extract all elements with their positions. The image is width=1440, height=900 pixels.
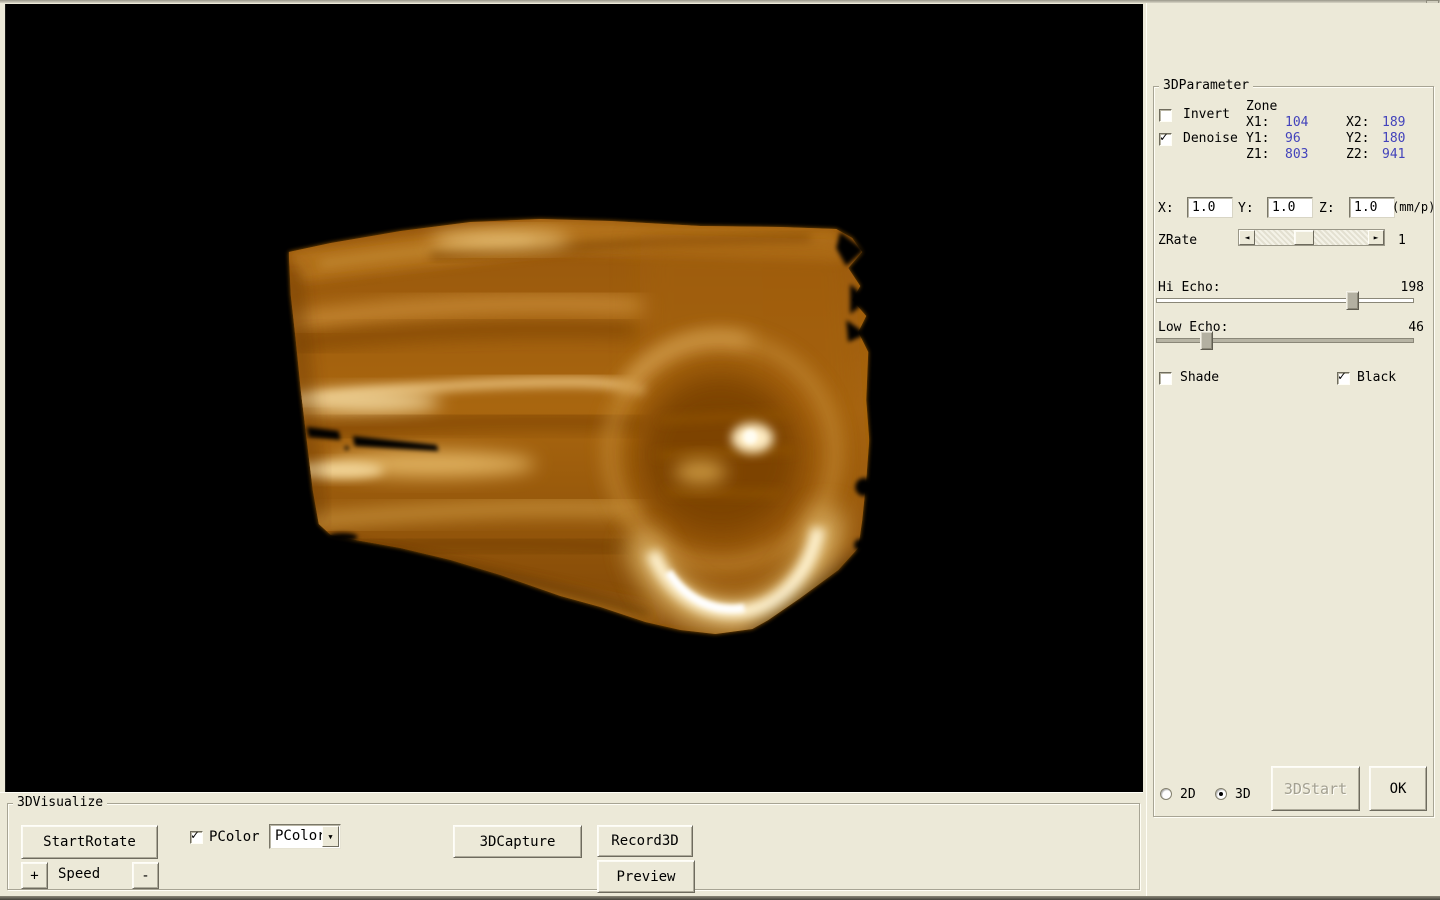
- preview-button[interactable]: Preview: [597, 860, 695, 893]
- denoise-label: Denoise: [1183, 131, 1238, 147]
- zone-y1-value: 96: [1285, 131, 1301, 147]
- zone-x1-label: X1:: [1246, 115, 1269, 131]
- volume-render[interactable]: [6, 4, 1143, 792]
- black-label: Black: [1357, 370, 1396, 386]
- low-echo-slider[interactable]: [1156, 331, 1414, 351]
- start-rotate-button[interactable]: StartRotate: [21, 825, 158, 859]
- pcolor-label: PColor: [209, 829, 260, 845]
- low-echo-track[interactable]: [1156, 338, 1414, 343]
- check-icon: ✓: [1160, 130, 1168, 146]
- black-checkbox[interactable]: ✓: [1337, 372, 1350, 385]
- window-bottom-edge: [0, 896, 1440, 900]
- shade-checkbox[interactable]: ✓: [1159, 372, 1172, 385]
- mode-2d-radio[interactable]: [1160, 788, 1172, 800]
- pcolor-checkbox[interactable]: ✓: [190, 831, 203, 844]
- mode-3d-radio[interactable]: [1215, 788, 1227, 800]
- z-scale-input[interactable]: [1349, 197, 1395, 218]
- record3d-button[interactable]: Record3D: [597, 825, 693, 857]
- zone-y1-label: Y1:: [1246, 131, 1269, 147]
- groupbox-3dvisualize-title: 3DVisualize: [13, 795, 107, 811]
- start3d-button: 3DStart: [1271, 766, 1360, 811]
- y-scale-input[interactable]: [1267, 197, 1313, 218]
- zone-y2-value: 180: [1382, 131, 1405, 147]
- zrate-value: 1: [1398, 233, 1406, 249]
- chevron-down-icon[interactable]: ▼: [322, 826, 339, 847]
- z-scale-label: Z:: [1319, 201, 1335, 217]
- app-window: { "window": { "bg": "#ece9d8" }, "icons"…: [0, 0, 1440, 900]
- bottom-panel: 3DVisualize StartRotate + Speed - ✓ PCol…: [0, 792, 1143, 896]
- groupbox-3dvisualize: 3DVisualize StartRotate + Speed - ✓ PCol…: [7, 803, 1140, 890]
- speed-plus-button[interactable]: +: [21, 862, 48, 889]
- x-scale-input[interactable]: [1187, 197, 1233, 218]
- hi-echo-thumb[interactable]: [1346, 291, 1359, 310]
- mode-2d-label: 2D: [1180, 787, 1196, 803]
- check-icon: ✓: [1338, 369, 1346, 385]
- shade-label: Shade: [1180, 370, 1219, 386]
- zone-z2-label: Z2:: [1346, 147, 1369, 163]
- mode-3d-label: 3D: [1235, 787, 1251, 803]
- invert-checkbox[interactable]: ✓: [1159, 109, 1172, 122]
- zone-y2-label: Y2:: [1346, 131, 1369, 147]
- ok-button[interactable]: OK: [1369, 766, 1427, 811]
- check-icon: ✓: [191, 828, 199, 844]
- scroll-left-icon[interactable]: ◄: [1239, 230, 1255, 245]
- zone-z1-value: 803: [1285, 147, 1308, 163]
- groupbox-3dparameter-title: 3DParameter: [1159, 78, 1253, 94]
- zone-x1-value: 104: [1285, 115, 1308, 131]
- zone-title: Zone: [1246, 99, 1277, 115]
- invert-label: Invert: [1183, 107, 1230, 123]
- x-scale-label: X:: [1158, 201, 1174, 217]
- zone-x2-label: X2:: [1346, 115, 1369, 131]
- denoise-checkbox[interactable]: ✓: [1159, 133, 1172, 146]
- scroll-right-icon[interactable]: ►: [1368, 230, 1384, 245]
- capture3d-button[interactable]: 3DCapture: [453, 825, 582, 858]
- pcolor-dropdown-value: PColor: [275, 828, 326, 844]
- speed-minus-button[interactable]: -: [132, 862, 159, 889]
- y-scale-label: Y:: [1238, 201, 1254, 217]
- hi-echo-slider[interactable]: [1156, 291, 1414, 311]
- scale-unit-label: (mm/p): [1392, 199, 1435, 215]
- zrate-thumb[interactable]: [1294, 230, 1314, 245]
- zrate-label: ZRate: [1158, 233, 1197, 249]
- pcolor-dropdown[interactable]: PColor ▼: [269, 824, 341, 849]
- right-panel: 3DParameter ✓ Invert ✓ Denoise Zone X1: …: [1146, 3, 1440, 896]
- render-viewport[interactable]: [5, 4, 1143, 792]
- zone-x2-value: 189: [1382, 115, 1405, 131]
- zone-z2-value: 941: [1382, 147, 1405, 163]
- speed-label: Speed: [58, 866, 100, 882]
- zone-z1-label: Z1:: [1246, 147, 1269, 163]
- low-echo-thumb[interactable]: [1200, 331, 1213, 350]
- zrate-track[interactable]: [1255, 230, 1368, 245]
- zrate-scrollbar[interactable]: ◄ ►: [1238, 229, 1385, 246]
- groupbox-3dparameter: 3DParameter ✓ Invert ✓ Denoise Zone X1: …: [1153, 86, 1434, 817]
- hi-echo-track[interactable]: [1156, 298, 1414, 303]
